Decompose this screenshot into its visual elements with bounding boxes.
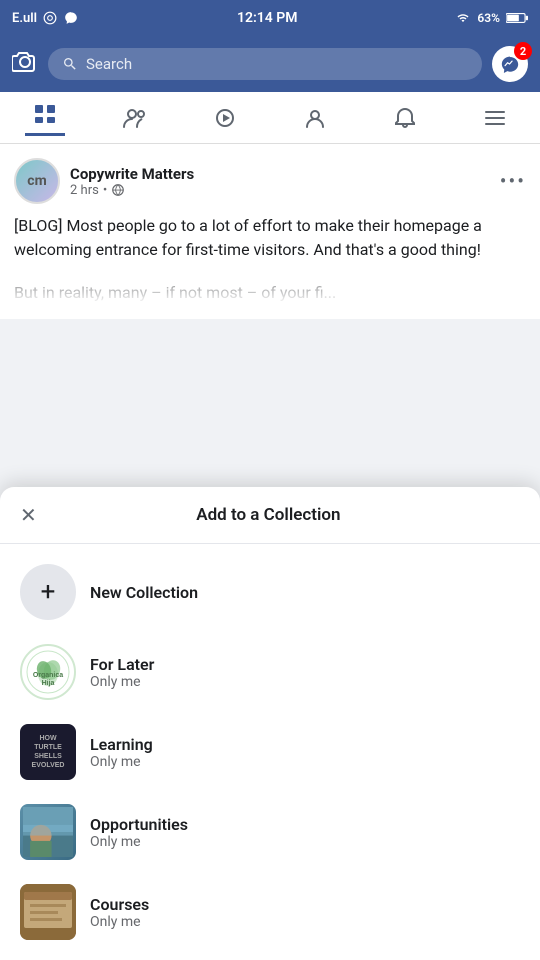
post-time: 2 hrs • [70, 183, 194, 198]
new-collection-info: New Collection [90, 583, 198, 602]
search-placeholder: Search [86, 55, 132, 73]
post-card: cm Copywrite Matters 2 hrs • ••• [BLOG] … [0, 144, 540, 319]
learning-thumb: HOWTURTLESHELLSEVOLVED [20, 724, 76, 780]
post-content: [BLOG] Most people go to a lot of effort… [14, 214, 526, 305]
post-author: cm Copywrite Matters 2 hrs • [14, 158, 194, 204]
post-text-continuation: But in reality, many – if not most – of … [14, 281, 526, 305]
messenger-badge-count: 2 [514, 42, 532, 60]
battery-icon [506, 12, 528, 24]
avatar: cm [14, 158, 60, 204]
search-icon [62, 56, 78, 72]
collection-name-learning: Learning [90, 735, 153, 754]
collection-privacy-learning: Only me [90, 754, 153, 770]
post-meta: Copywrite Matters 2 hrs • [70, 165, 194, 198]
svg-text:Organica: Organica [33, 672, 63, 679]
collection-privacy-for-later: Only me [90, 674, 154, 690]
courses-info: Courses Only me [90, 895, 149, 930]
close-button[interactable]: ✕ [20, 503, 37, 527]
collection-privacy-opportunities: Only me [90, 834, 188, 850]
collection-name-for-later: For Later [90, 655, 154, 674]
sheet-header: ✕ Add to a Collection [0, 487, 540, 544]
collection-privacy-courses: Only me [90, 914, 149, 930]
messenger-status-icon [63, 11, 79, 25]
nav-news-feed[interactable] [25, 100, 65, 136]
sheet-title: Add to a Collection [53, 505, 484, 525]
plus-icon: + [41, 577, 56, 607]
carrier-text: E.ull [12, 11, 37, 26]
status-bar: E.ull 12:14 PM 63% [0, 0, 540, 36]
collection-name-courses: Courses [90, 895, 149, 914]
opportunities-info: Opportunities Only me [90, 815, 188, 850]
search-bar[interactable]: Search [48, 48, 482, 80]
svg-text:Hija: Hija [42, 680, 55, 687]
opportunities-thumb [20, 804, 76, 860]
nav-profile[interactable] [295, 100, 335, 136]
nav-menu[interactable] [475, 100, 515, 136]
collection-name-opportunities: Opportunities [90, 815, 188, 834]
opportunities-image [23, 807, 73, 857]
status-left: E.ull [12, 11, 79, 26]
collection-list: + New Collection Organica Hija For Later [0, 544, 540, 960]
post-text: [BLOG] Most people go to a lot of effort… [14, 214, 526, 262]
new-collection-thumb: + [20, 564, 76, 620]
app-header: Search 2 [0, 36, 540, 92]
nav-bar [0, 92, 540, 144]
globe-icon [111, 183, 125, 197]
post-author-name: Copywrite Matters [70, 165, 194, 183]
for-later-info: For Later Only me [90, 655, 154, 690]
camera-icon[interactable] [12, 50, 38, 78]
status-right: 63% [455, 11, 528, 25]
courses-image [20, 884, 76, 940]
new-collection-label: New Collection [90, 583, 198, 602]
for-later-thumb: Organica Hija [20, 644, 76, 700]
new-collection-item[interactable]: + New Collection [0, 552, 540, 632]
learning-info: Learning Only me [90, 735, 153, 770]
bottom-sheet: ✕ Add to a Collection + New Collection O… [0, 487, 540, 960]
post-header: cm Copywrite Matters 2 hrs • ••• [14, 158, 526, 204]
status-time: 12:14 PM [237, 10, 298, 26]
collection-item-learning[interactable]: HOWTURTLESHELLSEVOLVED Learning Only me [0, 712, 540, 792]
collection-item-courses[interactable]: Courses Only me [0, 872, 540, 952]
nav-notifications[interactable] [385, 100, 425, 136]
for-later-icon: Organica Hija [26, 650, 70, 694]
messenger-button[interactable]: 2 [492, 46, 528, 82]
wifi-icon [455, 12, 471, 24]
nav-watch[interactable] [205, 100, 245, 136]
more-options-button[interactable]: ••• [500, 169, 526, 193]
collection-item-for-later[interactable]: Organica Hija For Later Only me [0, 632, 540, 712]
instagram-icon [43, 11, 57, 25]
battery-text: 63% [477, 11, 500, 25]
courses-thumb [20, 884, 76, 940]
collection-item-opportunities[interactable]: Opportunities Only me [0, 792, 540, 872]
nav-friends[interactable] [115, 100, 155, 136]
